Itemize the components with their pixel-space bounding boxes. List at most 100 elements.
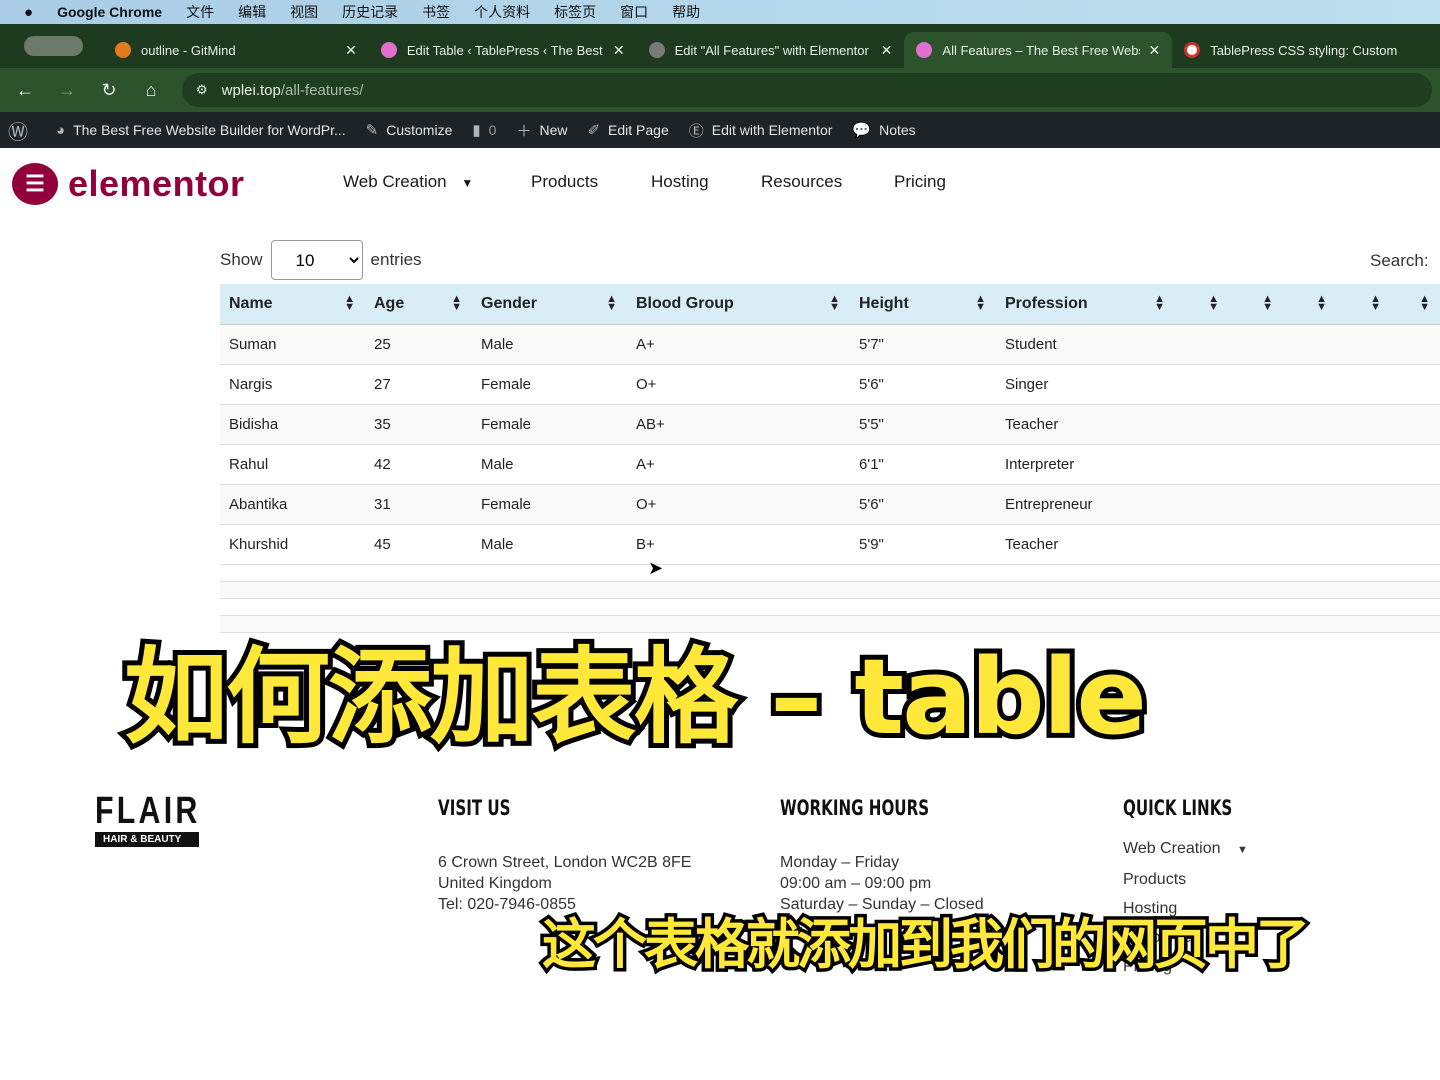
table-row: Suman 25 Male A+ 5'7" Student [220, 324, 1440, 365]
sort-icon[interactable]: ▲ ▼ [1208, 294, 1219, 313]
nav-hosting[interactable]: Hosting [651, 172, 709, 192]
menu-edit[interactable]: 编辑 [238, 2, 266, 22]
column-header[interactable]: ▲ ▼ [1229, 284, 1283, 325]
column-header[interactable]: Gender ▲ ▼ [472, 284, 627, 325]
tab-edit-table[interactable]: Edit Table ‹ TablePress ‹ The Best ✕ [369, 32, 637, 68]
sort-icon[interactable]: ▲ ▼ [1370, 294, 1381, 313]
table-cell [1337, 524, 1391, 565]
sort-icon[interactable]: ▲ ▼ [1419, 294, 1430, 313]
home-icon[interactable]: ⌂ [130, 80, 172, 101]
table-cell [1337, 404, 1391, 445]
column-header[interactable]: Blood Group ▲ ▼ [627, 284, 850, 325]
table-cell: 5'7" [850, 324, 996, 365]
nav-pricing[interactable]: Pricing [894, 172, 946, 192]
column-header[interactable]: ▲ ▼ [1283, 284, 1337, 325]
table-cell: 5'6" [850, 484, 996, 525]
column-header[interactable]: Name ▲ ▼ [220, 284, 365, 325]
edit-with-elementor-link[interactable]: Ⓔ Edit with Elementor [689, 120, 833, 141]
elementor-logo-mark-icon: ☰ [12, 163, 58, 205]
comments-link[interactable]: ▮ 0 [472, 121, 496, 139]
tab-group-button[interactable] [24, 36, 83, 56]
table-cell: Interpreter [996, 444, 1175, 485]
tab-all-features[interactable]: All Features – The Best Free Website ✕ [904, 32, 1173, 68]
site-name-link[interactable]: ◕ The Best Free Website Builder for WordP… [56, 122, 346, 139]
pencil-icon: ✐ [587, 122, 601, 139]
close-tab-icon[interactable]: ✕ [345, 42, 357, 59]
plus-icon: ＋ [516, 122, 532, 140]
table-cell: Entrepreneur [996, 484, 1175, 525]
customize-link[interactable]: ✎ Customize [366, 121, 453, 139]
forward-icon[interactable]: → [46, 80, 88, 101]
nav-web-creation[interactable]: Web Creation ▼ [343, 172, 473, 192]
url-path: /all-features/ [280, 81, 364, 99]
quick-link-web-creation[interactable]: Web Creation ▼ [1123, 834, 1248, 865]
menu-file[interactable]: 文件 [186, 2, 214, 22]
site-info-icon[interactable]: ⚙ [196, 82, 208, 98]
apple-icon[interactable]: ● [24, 4, 33, 21]
entries-select[interactable]: 10 [270, 240, 363, 280]
close-tab-icon[interactable]: ✕ [613, 42, 625, 59]
column-header[interactable]: ▲ ▼ [1391, 284, 1440, 325]
table-cell: Teacher [996, 524, 1175, 565]
menu-profiles[interactable]: 个人资料 [474, 2, 530, 22]
edit-page-link[interactable]: ✐ Edit Page [587, 121, 668, 139]
table-cell: 6'1" [850, 444, 996, 485]
sort-icon[interactable]: ▲ ▼ [451, 294, 462, 313]
elementor-favicon-icon [380, 42, 397, 58]
table-cell: Female [472, 364, 627, 405]
empty-table-row [220, 581, 1440, 599]
sort-icon[interactable]: ▲ ▼ [344, 294, 355, 313]
table-cell [1229, 324, 1283, 365]
nav-products[interactable]: Products [531, 172, 598, 192]
url-domain: wplei.top [221, 81, 281, 99]
table-cell [1337, 484, 1391, 525]
table-cell [1229, 444, 1283, 485]
column-header[interactable]: Profession ▲ ▼ [996, 284, 1175, 325]
column-header[interactable]: ▲ ▼ [1337, 284, 1391, 325]
close-tab-icon[interactable]: ✕ [1148, 42, 1160, 59]
working-hours-heading: WORKING HOURS [780, 796, 930, 820]
table-cell [1175, 444, 1229, 485]
wordpress-logo-icon[interactable]: Ⓦ [8, 116, 36, 145]
sort-icon[interactable]: ▲ ▼ [829, 294, 840, 313]
tab-tablepress-css[interactable]: TablePress CSS styling: Custom [1172, 32, 1440, 68]
app-name[interactable]: Google Chrome [57, 4, 162, 20]
column-header[interactable]: Age ▲ ▼ [365, 284, 472, 325]
elementor-logo[interactable]: ☰ elementor [12, 163, 245, 205]
menu-history[interactable]: 历史记录 [342, 2, 398, 22]
sort-icon[interactable]: ▲ ▼ [606, 294, 617, 313]
table-cell: 25 [365, 324, 472, 365]
menu-bookmarks[interactable]: 书签 [422, 2, 450, 22]
column-header[interactable]: Height ▲ ▼ [850, 284, 996, 325]
menu-view[interactable]: 视图 [290, 2, 318, 22]
reload-icon[interactable]: ↻ [88, 80, 130, 101]
table-cell [1229, 524, 1283, 565]
table-cell: 35 [365, 404, 472, 445]
data-table: Name ▲ ▼ Age ▲ ▼ Gender ▲ ▼ Blood Group ▲ ▼ Height ▲ ▼… [220, 284, 1440, 633]
sort-icon[interactable]: ▲ ▼ [1262, 294, 1273, 313]
menu-tabs[interactable]: 标签页 [554, 2, 596, 22]
menu-window[interactable]: 窗口 [620, 2, 648, 22]
column-header[interactable]: ▲ ▼ [1175, 284, 1229, 325]
table-cell [1175, 364, 1229, 405]
url-input[interactable]: ⚙ wplei.top/all-features/ [182, 73, 1432, 107]
table-cell: Khurshid [220, 524, 365, 565]
tab-gitmind[interactable]: outline - GitMind ✕ [103, 32, 369, 68]
menu-help[interactable]: 帮助 [672, 2, 700, 22]
table-cell: Rahul [220, 444, 365, 485]
table-row: Abantika 31 Female O+ 5'6" Entrepreneur [220, 484, 1440, 525]
sort-icon[interactable]: ▲ ▼ [1316, 294, 1327, 313]
back-icon[interactable]: ← [4, 80, 46, 101]
quick-link-products[interactable]: Products [1123, 865, 1248, 894]
sort-icon[interactable]: ▲ ▼ [975, 294, 986, 313]
table-cell: Male [472, 444, 627, 485]
new-link[interactable]: ＋ New [516, 120, 567, 141]
address-bar-row: ← → ↻ ⌂ ⚙ wplei.top/all-features/ [0, 68, 1440, 112]
macos-menubar: ● Google Chrome 文件 编辑 视图 历史记录 书签 个人资料 标签… [0, 0, 1440, 24]
tab-edit-elementor[interactable]: Edit "All Features" with Elementor ✕ [637, 32, 905, 68]
notes-link[interactable]: 💬 Notes [852, 121, 915, 139]
nav-resources[interactable]: Resources [761, 172, 842, 192]
sort-icon[interactable]: ▲ ▼ [1154, 294, 1165, 313]
table-cell [1283, 484, 1337, 525]
close-tab-icon[interactable]: ✕ [881, 42, 893, 59]
